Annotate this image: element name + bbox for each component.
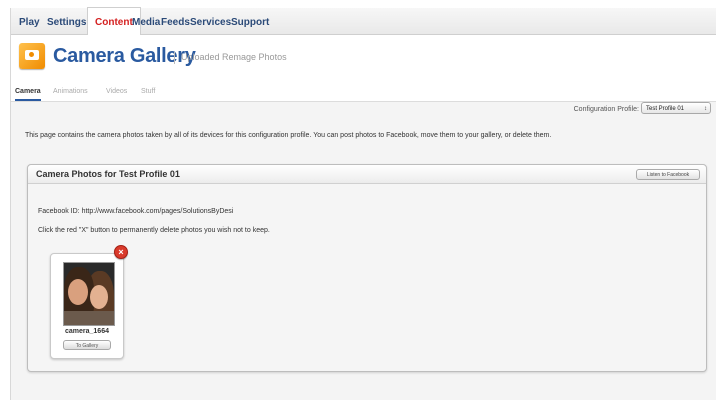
facebook-id: Facebook ID: http://www.facebook.com/pag…: [38, 208, 234, 215]
to-gallery-button[interactable]: To Gallery: [63, 340, 111, 350]
page: Play Settings Content Media Feeds Servic…: [10, 7, 716, 400]
camera-gallery-icon: [19, 43, 45, 69]
subtab-videos[interactable]: Videos: [106, 85, 127, 99]
photo-thumbnail[interactable]: [63, 262, 115, 326]
photo-name: camera_1664: [65, 328, 109, 335]
subtab-stuff[interactable]: Stuff: [141, 85, 155, 99]
tab-feeds[interactable]: Feeds: [161, 8, 190, 34]
page-description: This page contains the camera photos tak…: [25, 132, 552, 139]
panel-title: Camera Photos for Test Profile 01: [36, 169, 180, 179]
camera-photos-panel: Camera Photos for Test Profile 01 Listen…: [27, 164, 707, 372]
tab-settings[interactable]: Settings: [47, 8, 86, 34]
delete-photo-icon[interactable]: ×: [114, 245, 128, 259]
top-nav: Play Settings Content Media Feeds Servic…: [11, 7, 716, 36]
photo-card: camera_1664 To Gallery: [50, 253, 124, 359]
config-profile-select[interactable]: Test Profile 01 ↕: [641, 102, 711, 114]
panel-header: Camera Photos for Test Profile 01 Listen…: [28, 165, 706, 184]
tab-support[interactable]: Support: [231, 8, 269, 34]
config-profile-label: Configuration Profile:: [573, 106, 639, 113]
subtab-animations[interactable]: Animations: [53, 85, 88, 99]
page-header: Camera Gallery Uploaded Remage Photos: [11, 35, 716, 85]
tab-services[interactable]: Services: [190, 8, 231, 34]
title-divider: [174, 52, 175, 64]
delete-instructions: Click the red "X" button to permanently …: [38, 227, 270, 234]
page-subtitle: Uploaded Remage Photos: [181, 52, 287, 62]
subtab-camera[interactable]: Camera: [15, 85, 41, 101]
select-arrows-icon: ↕: [704, 106, 707, 112]
facebook-button[interactable]: Listen to Facebook: [636, 169, 700, 180]
sub-tabs: Camera Animations Videos Stuff: [11, 85, 716, 102]
tab-media[interactable]: Media: [132, 8, 160, 34]
config-profile-value: Test Profile 01: [646, 106, 685, 112]
tab-play[interactable]: Play: [19, 8, 40, 34]
